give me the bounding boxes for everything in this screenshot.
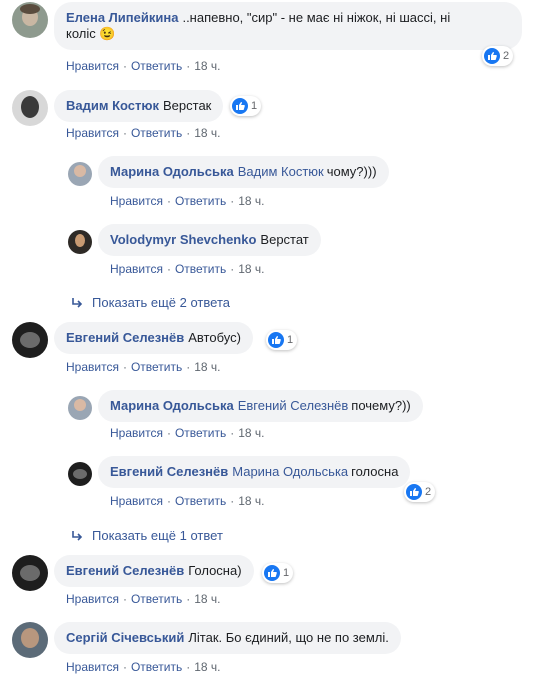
timestamp[interactable]: 18 ч. — [238, 426, 264, 440]
avatar[interactable] — [12, 322, 48, 358]
comment-actions: Нравится · Ответить · 18 ч. — [66, 360, 221, 374]
comment-text: чому?))) — [326, 164, 377, 179]
comment-text-line2: коліс 😉 — [66, 26, 116, 41]
comment-bubble: Елена Липейкина ..напевно, "сир" - не має… — [54, 2, 522, 50]
like-button[interactable]: Нравится — [110, 262, 163, 276]
comment-author[interactable]: Евгений Селезнёв — [66, 563, 184, 578]
comment-actions: Нравится · Ответить · 18 ч. — [110, 262, 265, 276]
comment-actions: Нравится · Ответить · 18 ч. — [66, 660, 221, 674]
comment-actions: Нравится · Ответить · 18 ч. — [66, 592, 221, 606]
avatar[interactable] — [68, 462, 92, 486]
comment: Евгений Селезнёв Голосна) 1 — [12, 555, 294, 591]
comment-text: Верстак — [163, 98, 212, 113]
like-icon — [264, 565, 280, 581]
comment-author[interactable]: Вадим Костюк — [66, 98, 159, 113]
comment-text: голосна — [351, 464, 399, 479]
show-more-replies[interactable]: Показать ещё 2 ответа — [70, 295, 230, 310]
comment-actions: Нравится · Ответить · 18 ч. — [110, 494, 265, 508]
like-button[interactable]: Нравится — [66, 360, 119, 374]
like-button[interactable]: Нравится — [110, 426, 163, 440]
timestamp[interactable]: 18 ч. — [238, 494, 264, 508]
reply-button[interactable]: Ответить — [131, 592, 182, 606]
like-button[interactable]: Нравится — [110, 494, 163, 508]
comment-text: Автобус) — [188, 330, 241, 345]
like-icon — [406, 484, 422, 500]
comment-actions: Нравится · Ответить · 18 ч. — [66, 59, 221, 73]
comment-author[interactable]: Сергій Січевський — [66, 630, 184, 645]
comment-text: ..напевно, "сир" - не має ні ніжок, ні ш… — [182, 10, 451, 25]
comment-text: Голосна) — [188, 563, 242, 578]
comment-bubble: Марина Одольська Вадим Костюк чому?))) — [98, 156, 389, 188]
show-more-replies[interactable]: Показать ещё 1 ответ — [70, 528, 223, 543]
timestamp[interactable]: 18 ч. — [194, 59, 220, 73]
comment-author[interactable]: Марина Одольська — [110, 398, 234, 413]
comment-author[interactable]: Марина Одольська — [110, 164, 234, 179]
reply-button[interactable]: Ответить — [131, 660, 182, 674]
timestamp[interactable]: 18 ч. — [194, 592, 220, 606]
comment-bubble: Евгений Селезнёв Голосна) — [54, 555, 254, 587]
comment-text: Верстат — [260, 232, 309, 247]
avatar[interactable] — [68, 396, 92, 420]
comment-actions: Нравится · Ответить · 18 ч. — [110, 426, 265, 440]
comment-text: Літак. Бо єдиний, що не по землі. — [188, 630, 389, 645]
reaction-count[interactable]: 1 — [230, 96, 262, 116]
reaction-count[interactable]: 1 — [266, 330, 298, 350]
timestamp[interactable]: 18 ч. — [194, 360, 220, 374]
reply: Марина Одольська Вадим Костюк чому?))) — [68, 156, 389, 188]
mention-link[interactable]: Евгений Селезнёв — [238, 398, 349, 413]
comment-author[interactable]: Евгений Селезнёв — [66, 330, 184, 345]
like-icon — [268, 332, 284, 348]
reaction-count[interactable]: 1 — [262, 563, 294, 583]
reply-button[interactable]: Ответить — [175, 194, 226, 208]
avatar[interactable] — [68, 162, 92, 186]
avatar[interactable] — [12, 2, 48, 38]
like-button[interactable]: Нравится — [66, 126, 119, 140]
reply-button[interactable]: Ответить — [175, 262, 226, 276]
like-icon — [232, 98, 248, 114]
timestamp[interactable]: 18 ч. — [194, 126, 220, 140]
reply-button[interactable]: Ответить — [131, 59, 182, 73]
reply-button[interactable]: Ответить — [131, 126, 182, 140]
comment-author[interactable]: Елена Липейкина — [66, 10, 178, 25]
timestamp[interactable]: 18 ч. — [238, 262, 264, 276]
reply-button[interactable]: Ответить — [175, 494, 226, 508]
like-button[interactable]: Нравится — [66, 592, 119, 606]
avatar[interactable] — [68, 230, 92, 254]
comment-bubble: Вадим Костюк Верстак — [54, 90, 224, 122]
comment-actions: Нравится · Ответить · 18 ч. — [66, 126, 221, 140]
like-button[interactable]: Нравится — [66, 59, 119, 73]
reply: Volodymyr Shevchenko Верстат — [68, 224, 321, 256]
reply-button[interactable]: Ответить — [131, 360, 182, 374]
comment-bubble: Марина Одольська Евгений Селезнёв почему?)… — [98, 390, 423, 422]
comment-text: почему?)) — [351, 398, 411, 413]
reply-arrow-icon — [72, 530, 83, 541]
mention-link[interactable]: Вадим Костюк — [238, 164, 324, 179]
comment-author[interactable]: Volodymyr Shevchenko — [110, 232, 256, 247]
comment-bubble: Сергій Січевський Літак. Бо єдиний, що не… — [54, 622, 401, 654]
reply-arrow-icon — [72, 297, 83, 308]
mention-link[interactable]: Марина Одольська — [232, 464, 348, 479]
timestamp[interactable]: 18 ч. — [238, 194, 264, 208]
like-icon — [484, 48, 500, 64]
comment: Вадим Костюк Верстак 1 — [12, 90, 262, 126]
avatar[interactable] — [12, 90, 48, 126]
reply-button[interactable]: Ответить — [175, 426, 226, 440]
comment: Елена Липейкина ..напевно, "сир" - не має… — [12, 2, 522, 66]
avatar[interactable] — [12, 622, 48, 658]
reaction-count[interactable]: 2 — [404, 482, 436, 502]
avatar[interactable] — [12, 555, 48, 591]
comment-bubble: Евгений Селезнёв Марина Одольська голосна — [98, 456, 411, 488]
comment-bubble: Евгений Селезнёв Автобус) — [54, 322, 253, 354]
comment-bubble: Volodymyr Shevchenko Верстат — [98, 224, 321, 256]
comment: Евгений Селезнёв Автобус) 1 — [12, 322, 298, 358]
like-button[interactable]: Нравится — [110, 194, 163, 208]
timestamp[interactable]: 18 ч. — [194, 660, 220, 674]
comment-author[interactable]: Евгений Селезнёв — [110, 464, 228, 479]
reply: Евгений Селезнёв Марина Одольська голосна … — [68, 456, 436, 502]
reply: Марина Одольська Евгений Селезнёв почему?)… — [68, 390, 423, 422]
like-button[interactable]: Нравится — [66, 660, 119, 674]
reaction-count[interactable]: 2 — [482, 46, 514, 66]
comment-actions: Нравится · Ответить · 18 ч. — [110, 194, 265, 208]
comment: Сергій Січевський Літак. Бо єдиний, що не… — [12, 622, 401, 658]
